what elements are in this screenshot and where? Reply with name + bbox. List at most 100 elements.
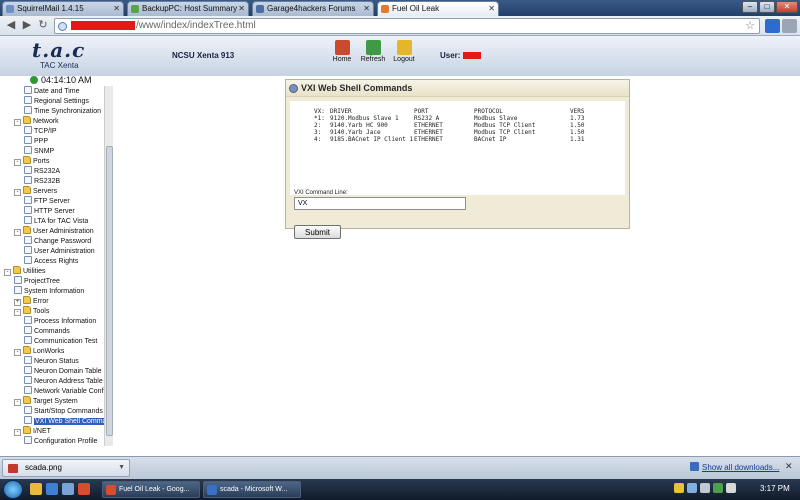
tree-item-label: ProjectTree — [24, 278, 60, 285]
taskbar-clock[interactable]: 3:17 PM — [760, 484, 790, 493]
back-icon[interactable]: ◀ — [4, 19, 18, 33]
forward-icon[interactable]: ▶ — [20, 19, 34, 33]
tray-icon[interactable] — [726, 483, 736, 493]
network-icon[interactable] — [687, 483, 697, 493]
tree-item[interactable]: Configuration Profile — [24, 436, 97, 446]
close-icon[interactable]: ✕ — [363, 2, 370, 15]
close-icon[interactable]: ✕ — [238, 2, 245, 15]
folder-icon — [23, 296, 31, 304]
tray-icon[interactable] — [713, 483, 723, 493]
tree-folder[interactable]: - Servers — [14, 186, 57, 196]
tree-item[interactable]: Access Rights — [24, 256, 78, 266]
tree-folder[interactable]: - Tools — [14, 306, 49, 316]
tree-folder[interactable]: + Error — [14, 296, 49, 306]
tree-item[interactable]: Time Synchronization — [24, 106, 101, 116]
tree-item[interactable]: Neuron Domain Table — [24, 366, 102, 376]
scrollbar-thumb[interactable] — [106, 146, 113, 436]
expand-icon[interactable]: + — [14, 299, 21, 306]
vxi-panel: VXI Web Shell Commands VX: DRIVER PORT PROT… — [285, 79, 630, 239]
collapse-icon[interactable]: - — [14, 119, 21, 126]
tree-item[interactable]: TCP/IP — [24, 126, 57, 136]
tab-garage4hackers[interactable]: Garage4hackers Forums ✕ — [252, 1, 374, 16]
tree-folder[interactable]: - Utilities — [4, 266, 46, 276]
tree-folder[interactable]: - Network — [14, 116, 59, 126]
tree-item[interactable]: SNMP — [24, 146, 54, 156]
start-button[interactable] — [3, 480, 23, 499]
taskbar-item-chrome[interactable]: Fuel Oil Leak - Goog... — [102, 481, 200, 498]
close-icon[interactable]: ✕ — [488, 2, 495, 15]
tree-item[interactable]: Change Password — [24, 236, 91, 246]
tree-item[interactable]: PPP — [24, 136, 48, 146]
tree-folder[interactable]: - Ports — [14, 156, 49, 166]
explorer-icon[interactable] — [30, 483, 42, 495]
tree-item[interactable]: Neuron Status — [24, 356, 79, 366]
tree-scrollbar[interactable] — [104, 86, 113, 446]
window-controls: – □ ✕ — [741, 1, 798, 14]
tree-item[interactable]: RS232A — [24, 166, 60, 176]
extension-icon[interactable] — [765, 19, 780, 33]
close-window-button[interactable]: ✕ — [776, 1, 798, 13]
show-all-downloads-link[interactable]: Show all downloads... — [690, 462, 779, 472]
tree-item[interactable]: LTA for TAC Vista — [24, 216, 88, 226]
address-bar[interactable]: /www/index/indexTree.html ☆ — [54, 18, 760, 34]
tree-item-label: Neuron Status — [34, 358, 79, 365]
tree-item[interactable]: Start/Stop Commands — [24, 406, 103, 416]
tab-fuel-oil-leak[interactable]: Fuel Oil Leak ✕ — [377, 1, 499, 16]
tree-item[interactable]: Regional Settings — [24, 96, 89, 106]
tree-item[interactable]: Network Variable Config — [24, 386, 109, 396]
minimize-button[interactable]: – — [742, 1, 758, 13]
tree-item-label: Target System — [33, 398, 78, 405]
tree-folder[interactable]: - I/NET — [14, 426, 51, 436]
tray-icon[interactable] — [674, 483, 684, 493]
tree-item[interactable]: User Administration — [24, 246, 95, 256]
command-line-input[interactable] — [294, 197, 466, 210]
show-desktop-icon[interactable] — [62, 483, 74, 495]
tree-folder[interactable]: - LonWorks — [14, 346, 64, 356]
home-button[interactable]: Home — [325, 40, 359, 63]
tree-item[interactable]: System Information — [14, 286, 84, 296]
tree-item[interactable]: Date and Time — [24, 86, 80, 96]
tree-item[interactable]: ProjectTree — [14, 276, 60, 286]
reload-icon[interactable]: ↻ — [36, 19, 50, 33]
tree-folder[interactable]: - Target System — [14, 396, 78, 406]
tree-item[interactable]: Commands — [24, 326, 70, 336]
refresh-button[interactable]: Refresh — [356, 40, 390, 63]
tab-backuppc[interactable]: BackupPC: Host Summary ✕ — [127, 1, 249, 16]
collapse-icon[interactable]: - — [14, 429, 21, 436]
tree-item[interactable]: RS232B — [24, 176, 60, 186]
tree-item[interactable]: Communication Test — [24, 336, 97, 346]
close-icon[interactable]: ✕ — [785, 461, 793, 472]
tree-item[interactable]: Neuron Address Table — [24, 376, 103, 386]
logout-button[interactable]: Logout — [387, 40, 421, 63]
tree-folder[interactable]: - User Administration — [14, 226, 94, 236]
tree-item[interactable]: Process Information — [24, 316, 96, 326]
collapse-icon[interactable]: - — [14, 349, 21, 356]
submit-button[interactable]: Submit — [294, 225, 341, 239]
chrome-icon[interactable] — [78, 483, 90, 495]
gear-icon — [289, 84, 298, 93]
collapse-icon[interactable]: - — [14, 399, 21, 406]
collapse-icon[interactable]: - — [14, 159, 21, 166]
close-icon[interactable]: ✕ — [113, 2, 120, 15]
panel-title-text: VXI Web Shell Commands — [301, 83, 413, 93]
vx-cell: 9185.BACnet IP Client 1 — [330, 136, 414, 143]
vx-cell: RS232 A — [414, 115, 440, 122]
tab-squirrelmail[interactable]: SquirrelMail 1.4.15 ✕ — [2, 1, 124, 16]
ie-icon[interactable] — [46, 483, 58, 495]
tree-item-label: Communication Test — [34, 338, 98, 345]
volume-icon[interactable] — [700, 483, 710, 493]
collapse-icon[interactable]: - — [14, 309, 21, 316]
wrench-icon[interactable] — [782, 19, 797, 33]
tree-item[interactable]: FTP Server — [24, 196, 70, 206]
collapse-icon[interactable]: - — [14, 229, 21, 236]
tree-item[interactable]: VXI Web Shell Commands — [24, 416, 113, 426]
taskbar-item-word[interactable]: scada - Microsoft W... — [203, 481, 301, 498]
bookmark-star-icon[interactable]: ☆ — [745, 19, 755, 33]
chevron-down-icon[interactable]: ▼ — [118, 460, 125, 476]
download-item[interactable]: scada.png ▼ — [2, 459, 130, 477]
collapse-icon[interactable]: - — [4, 269, 11, 276]
tree-item[interactable]: HTTP Server — [24, 206, 75, 216]
app-header: t.a.c TAC Xenta NCSU Xenta 913 Home Refr… — [0, 36, 800, 76]
collapse-icon[interactable]: - — [14, 189, 21, 196]
maximize-button[interactable]: □ — [759, 1, 775, 13]
